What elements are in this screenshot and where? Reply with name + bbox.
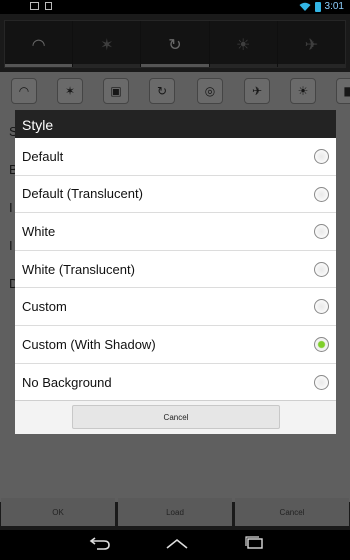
radio-button[interactable] [314,186,329,202]
option-no-background[interactable]: No Background [15,364,336,402]
home-icon[interactable] [163,536,191,550]
option-custom[interactable]: Custom [15,288,336,326]
option-label: Default [22,148,64,164]
wifi-icon [299,2,311,11]
style-dialog: Style Default Default (Translucent) Whit… [15,110,336,434]
battery-icon [314,1,321,12]
option-default[interactable]: Default [15,138,336,176]
radio-button[interactable] [314,299,329,315]
recents-icon[interactable] [240,536,268,550]
dialog-footer: Cancel [15,400,336,434]
clock: 3:01 [324,1,344,12]
bottom-button-bar: OK Load Cancel [0,498,350,526]
radio-button[interactable] [314,261,329,277]
bottom-cancel-button[interactable]: Cancel [235,498,349,526]
radio-button[interactable] [314,374,329,390]
option-white[interactable]: White [15,213,336,251]
status-bar: 3:01 [0,0,350,14]
document-icon [45,2,52,10]
ok-button[interactable]: OK [1,498,115,526]
option-label: Custom (With Shadow) [22,336,156,352]
back-icon[interactable] [86,536,114,550]
navigation-bar [0,530,350,560]
style-option-list: Default Default (Translucent) White Whit… [15,138,336,401]
option-label: Default (Translucent) [22,186,143,202]
option-label: White (Translucent) [22,261,135,277]
option-label: No Background [22,374,112,390]
option-white-translucent[interactable]: White (Translucent) [15,251,336,289]
radio-button-selected[interactable] [314,336,329,352]
image-icon [30,2,39,10]
radio-button[interactable] [314,149,329,164]
load-button[interactable]: Load [118,498,232,526]
option-default-translucent[interactable]: Default (Translucent) [15,176,336,214]
dialog-title: Style [15,110,336,138]
option-label: White [22,223,56,239]
radio-button[interactable] [314,224,329,240]
option-custom-with-shadow[interactable]: Custom (With Shadow) [15,326,336,364]
dialog-cancel-button[interactable]: Cancel [72,405,280,429]
option-label: Custom [22,299,67,315]
